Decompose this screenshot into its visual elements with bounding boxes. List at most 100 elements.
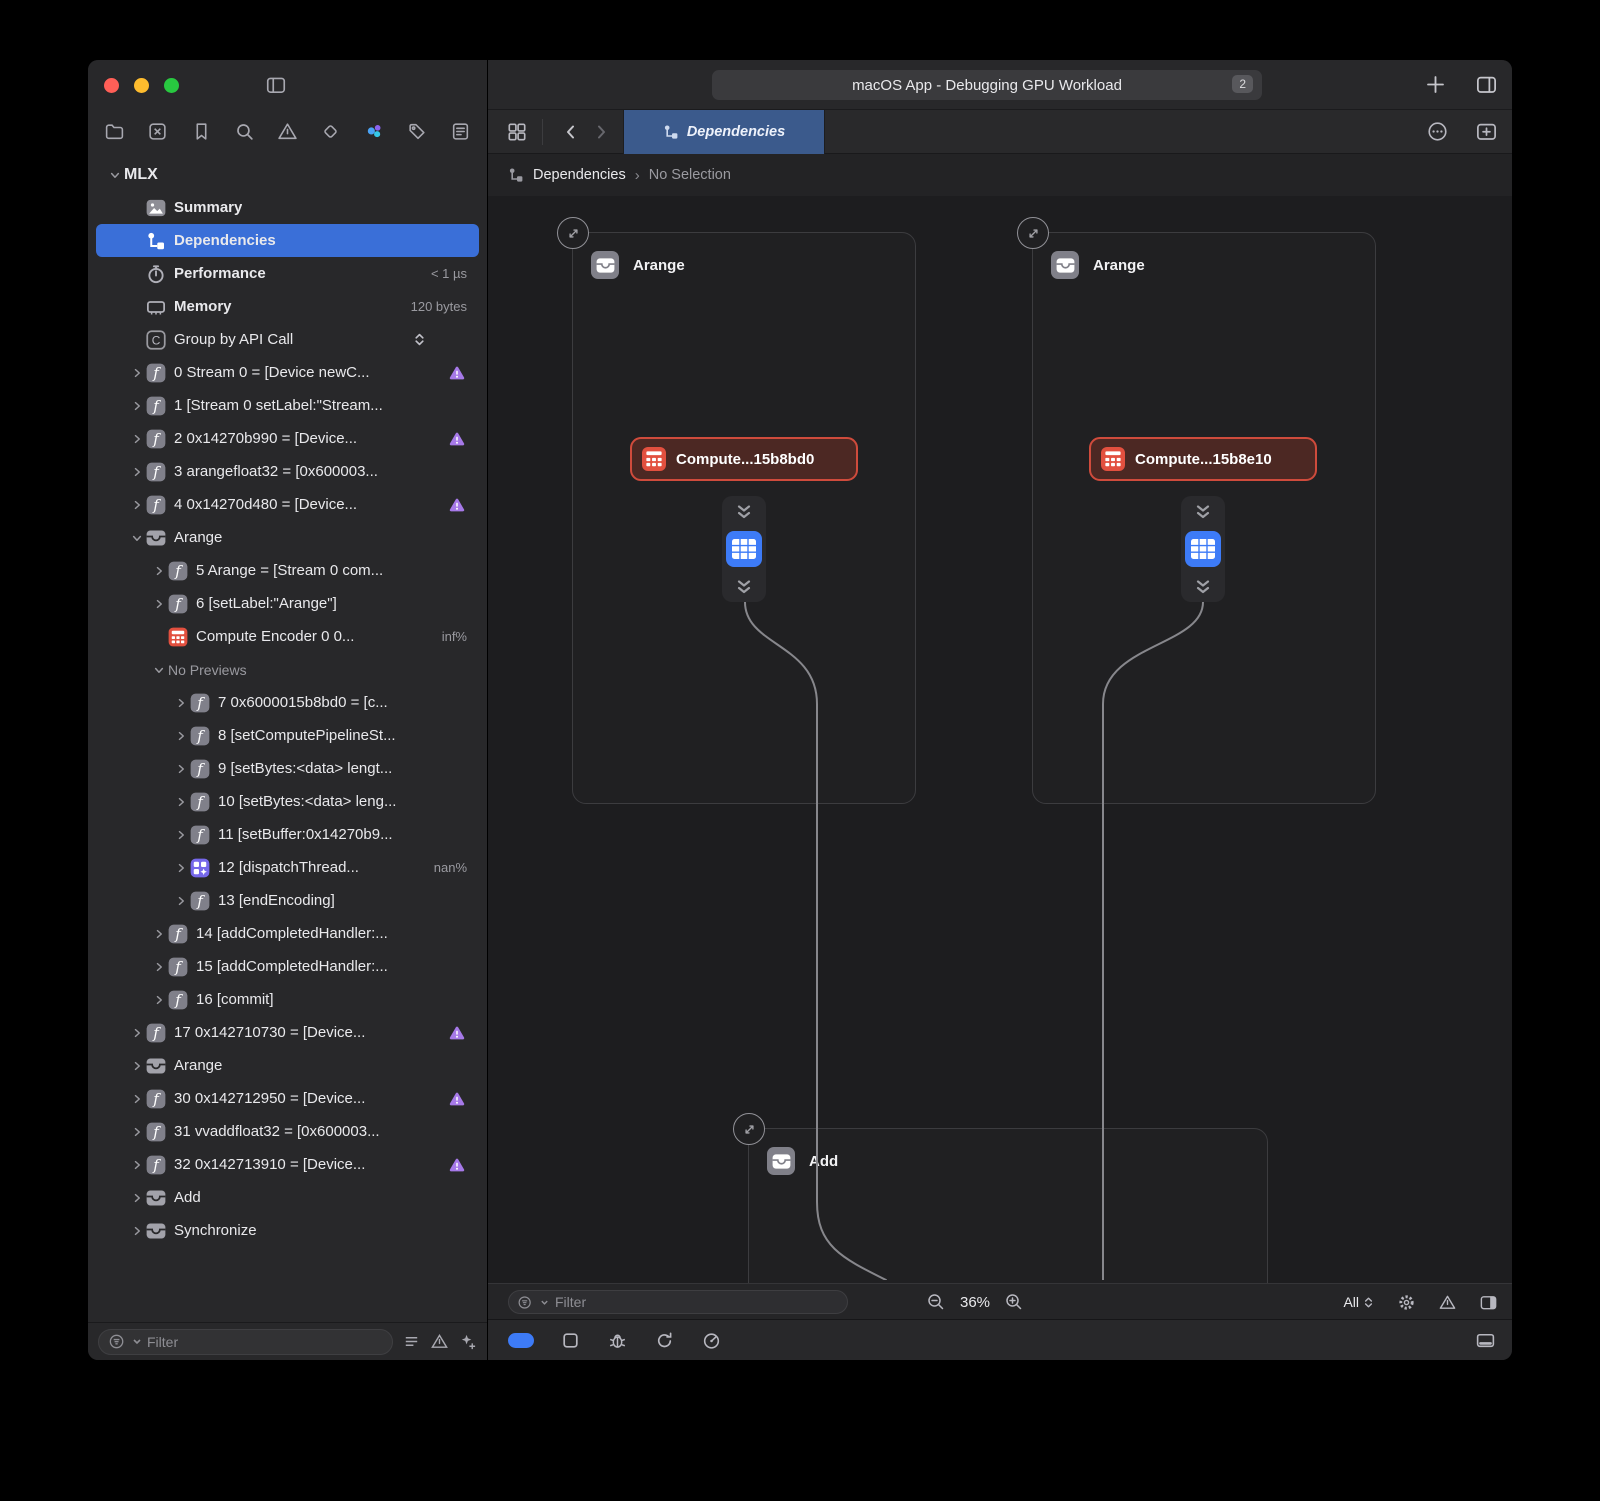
close-window-button[interactable]	[104, 78, 119, 93]
tree-row-17[interactable]: f8 [setComputePipelineSt...	[96, 719, 479, 752]
display-output-icon[interactable]	[1475, 1330, 1496, 1351]
tree-row-31[interactable]: Add	[96, 1181, 479, 1214]
tree-row-2[interactable]: Dependencies	[96, 224, 479, 257]
zoom-window-button[interactable]	[164, 78, 179, 93]
disclosure-right-icon[interactable]	[150, 928, 168, 940]
toggle-inspector-icon[interactable]	[1475, 73, 1498, 96]
disclosure-right-icon[interactable]	[172, 829, 190, 841]
zoom-level[interactable]: 36%	[960, 1294, 990, 1311]
gpu-trace-navigator-icon[interactable]	[364, 121, 385, 142]
disclosure-right-icon[interactable]	[128, 1225, 146, 1237]
tag-navigator-icon[interactable]	[407, 121, 428, 142]
toggle-sidebar-icon[interactable]	[265, 74, 287, 96]
window-title-pill[interactable]: macOS App - Debugging GPU Workload 2	[712, 70, 1262, 100]
disclosure-right-icon[interactable]	[128, 1159, 146, 1171]
tree-row-22[interactable]: f13 [endEncoding]	[96, 884, 479, 917]
tree-row-13[interactable]: f6 [setLabel:"Arange"]	[96, 587, 479, 620]
scope-selector[interactable]: All	[1343, 1294, 1375, 1310]
tree-row-7[interactable]: f1 [Stream 0 setLabel:"Stream...	[96, 389, 479, 422]
compute-encoder-node-left[interactable]: Compute...15b8bd0	[630, 437, 858, 481]
tree-row-6[interactable]: f0 Stream 0 = [Device newC...	[96, 356, 479, 389]
disclosure-right-icon[interactable]	[172, 796, 190, 808]
graph-filter-input[interactable]: Filter	[508, 1290, 848, 1314]
disclosure-right-icon[interactable]	[128, 1126, 146, 1138]
disclosure-right-icon[interactable]	[128, 1060, 146, 1072]
tree-row-3[interactable]: Performance< 1 µs	[96, 257, 479, 290]
performance-gauge-icon[interactable]	[701, 1330, 722, 1351]
disclosure-right-icon[interactable]	[150, 565, 168, 577]
tree-row-0[interactable]: MLX	[96, 158, 479, 191]
tab-overview-grid-icon[interactable]	[506, 121, 528, 143]
flatten-list-icon[interactable]	[402, 1332, 421, 1351]
runtime-warning-icon[interactable]	[449, 1025, 465, 1041]
tree-row-16[interactable]: f7 0x6000015b8bd0 = [c...	[96, 686, 479, 719]
disclosure-right-icon[interactable]	[128, 1027, 146, 1039]
runtime-warning-icon[interactable]	[449, 431, 465, 447]
tree-row-29[interactable]: f31 vvaddfloat32 = [0x600003...	[96, 1115, 479, 1148]
graph-group-add[interactable]: Add	[748, 1128, 1268, 1283]
forward-icon[interactable]	[591, 122, 611, 142]
disclosure-right-icon[interactable]	[172, 763, 190, 775]
issue-navigator-icon[interactable]	[277, 121, 298, 142]
tab-dependencies[interactable]: Dependencies	[623, 110, 825, 154]
collapse-group-icon[interactable]	[733, 1113, 765, 1145]
disclosure-right-icon[interactable]	[128, 499, 146, 511]
tree-row-15[interactable]: No Previews	[96, 653, 479, 686]
tree-row-20[interactable]: f11 [setBuffer:0x14270b9...	[96, 818, 479, 851]
toggle-panel-icon[interactable]	[1479, 1293, 1498, 1312]
gpu-frame-indicator[interactable]	[508, 1333, 534, 1348]
settings-gear-icon[interactable]	[1397, 1293, 1416, 1312]
disclosure-right-icon[interactable]	[172, 862, 190, 874]
minimize-window-button[interactable]	[134, 78, 149, 93]
tree-row-9[interactable]: f3 arangefloat32 = [0x600003...	[96, 455, 479, 488]
tree-row-4[interactable]: Memory120 bytes	[96, 290, 479, 323]
more-options-icon[interactable]	[1426, 120, 1449, 143]
tree-row-21[interactable]: 12 [dispatchThread...nan%	[96, 851, 479, 884]
compute-encoder-node-right[interactable]: Compute...15b8e10	[1089, 437, 1317, 481]
disclosure-right-icon[interactable]	[172, 895, 190, 907]
runtime-warning-icon[interactable]	[449, 1091, 465, 1107]
report-navigator-icon[interactable]	[450, 121, 471, 142]
resource-port-right[interactable]	[1181, 496, 1225, 602]
collapse-group-icon[interactable]	[557, 217, 589, 249]
disclosure-down-icon[interactable]	[150, 664, 168, 676]
disclosure-right-icon[interactable]	[172, 730, 190, 742]
shader-navigator-icon[interactable]	[147, 121, 168, 142]
tree-row-10[interactable]: f4 0x14270d480 = [Device...	[96, 488, 479, 521]
breadcrumb-section[interactable]: Dependencies	[533, 167, 626, 183]
disclosure-right-icon[interactable]	[128, 367, 146, 379]
resource-port-left[interactable]	[722, 496, 766, 602]
issues-filter-icon[interactable]	[430, 1332, 449, 1351]
tree-row-19[interactable]: f10 [setBytes:<data> leng...	[96, 785, 479, 818]
back-icon[interactable]	[561, 122, 581, 142]
tree-row-28[interactable]: f30 0x142712950 = [Device...	[96, 1082, 479, 1115]
disclosure-right-icon[interactable]	[128, 1192, 146, 1204]
disclosure-down-icon[interactable]	[128, 532, 146, 544]
sidebar-filter-input[interactable]: Filter	[98, 1329, 393, 1355]
runtime-issues-filter-icon[interactable]	[458, 1332, 477, 1351]
disclosure-down-icon[interactable]	[106, 169, 124, 181]
tree-row-27[interactable]: Arange	[96, 1049, 479, 1082]
disclosure-right-icon[interactable]	[150, 994, 168, 1006]
issues-icon[interactable]	[1438, 1293, 1457, 1312]
tree-row-14[interactable]: Compute Encoder 0 0...inf%	[96, 620, 479, 653]
breadcrumb-selection[interactable]: No Selection	[649, 167, 731, 183]
tree-row-25[interactable]: f16 [commit]	[96, 983, 479, 1016]
tree-row-5[interactable]: CGroup by API Call	[96, 323, 479, 356]
tree-row-23[interactable]: f14 [addCompletedHandler:...	[96, 917, 479, 950]
buffer-resource-icon[interactable]	[726, 531, 762, 567]
zoom-in-icon[interactable]	[1004, 1292, 1024, 1312]
add-tab-icon[interactable]	[1424, 73, 1447, 96]
disclosure-right-icon[interactable]	[172, 697, 190, 709]
runtime-warning-icon[interactable]	[449, 497, 465, 513]
tree-row-12[interactable]: f5 Arange = [Stream 0 com...	[96, 554, 479, 587]
tree-row-24[interactable]: f15 [addCompletedHandler:...	[96, 950, 479, 983]
tree-row-18[interactable]: f9 [setBytes:<data> lengt...	[96, 752, 479, 785]
refresh-icon[interactable]	[654, 1330, 675, 1351]
zoom-out-icon[interactable]	[926, 1292, 946, 1312]
tree-row-32[interactable]: Synchronize	[96, 1214, 479, 1247]
debug-bug-icon[interactable]	[607, 1330, 628, 1351]
buffer-resource-icon[interactable]	[1185, 531, 1221, 567]
disclosure-right-icon[interactable]	[128, 1093, 146, 1105]
tree-row-26[interactable]: f17 0x142710730 = [Device...	[96, 1016, 479, 1049]
